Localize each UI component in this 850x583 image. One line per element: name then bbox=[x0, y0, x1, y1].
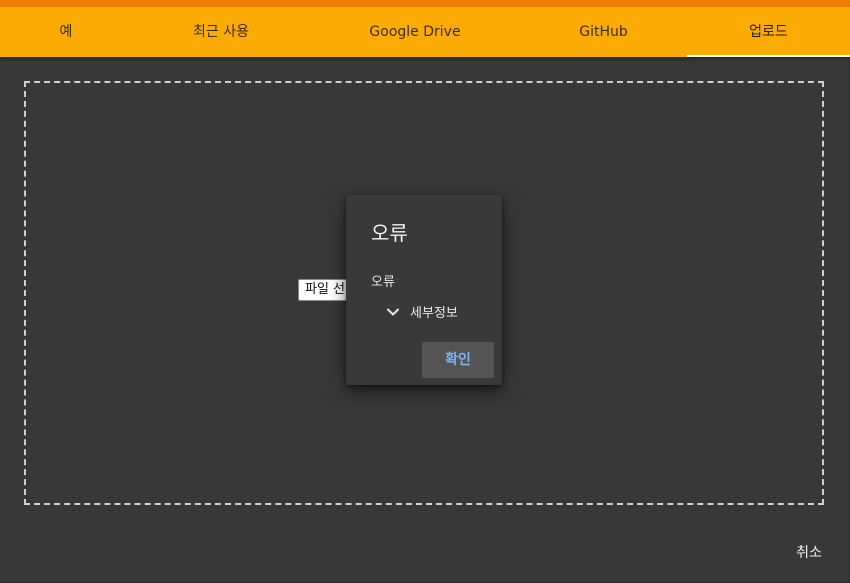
tab-github[interactable]: GitHub bbox=[520, 7, 687, 57]
top-accent-bar bbox=[0, 0, 850, 7]
tab-label: 업로드 bbox=[749, 24, 788, 40]
details-label: 세부정보 bbox=[410, 305, 458, 321]
tab-label: 예 bbox=[59, 24, 73, 40]
dialog-message: 오류 bbox=[371, 275, 395, 290]
tab-recent[interactable]: 최근 사용 bbox=[132, 7, 310, 57]
tab-upload[interactable]: 업로드 bbox=[687, 7, 850, 57]
tab-bar: 예 최근 사용 Google Drive GitHub 업로드 bbox=[0, 7, 850, 57]
tab-google-drive[interactable]: Google Drive bbox=[310, 7, 520, 57]
dialog-title: 오류 bbox=[371, 221, 408, 245]
tab-examples[interactable]: 예 bbox=[0, 7, 132, 57]
details-toggle[interactable]: 세부정보 bbox=[386, 301, 458, 321]
error-dialog: 오류 오류 세부정보 확인 bbox=[346, 195, 502, 385]
cancel-button[interactable]: 취소 bbox=[782, 540, 836, 566]
tab-label: GitHub bbox=[579, 24, 628, 40]
tab-label: 최근 사용 bbox=[193, 24, 249, 40]
tab-label: Google Drive bbox=[369, 24, 461, 40]
chevron-down-icon bbox=[386, 304, 400, 318]
picker-window: 예 최근 사용 Google Drive GitHub 업로드 파일 선택 오류… bbox=[0, 0, 850, 583]
ok-button[interactable]: 확인 bbox=[422, 342, 494, 378]
